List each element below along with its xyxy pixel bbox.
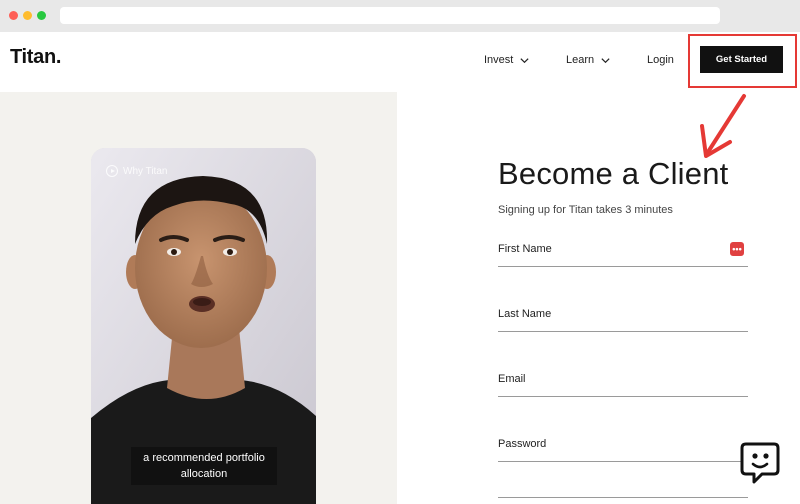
why-titan-label: Why Titan (123, 165, 168, 177)
intro-video[interactable]: Why Titan a recommended portfolio alloca… (91, 148, 316, 504)
last-name-field[interactable]: Last Name (498, 302, 748, 332)
next-field-underline (498, 497, 748, 498)
close-window-button[interactable] (9, 11, 18, 20)
password-input[interactable] (498, 432, 748, 461)
why-titan-badge[interactable]: Why Titan (106, 165, 167, 177)
nav-learn[interactable]: Learn (566, 54, 611, 66)
nav-invest[interactable]: Invest (484, 54, 530, 66)
nav-learn-label: Learn (566, 54, 595, 66)
email-field[interactable]: Email (498, 367, 748, 397)
titan-logo[interactable]: Titan. (10, 46, 61, 69)
site-header: Titan. Invest Learn Login Get Started (0, 32, 800, 92)
email-input[interactable] (498, 367, 748, 396)
password-field[interactable]: Password (498, 432, 748, 462)
nav-login[interactable]: Login (647, 54, 674, 66)
maximize-window-button[interactable] (37, 11, 46, 20)
address-bar[interactable] (60, 7, 720, 24)
get-started-button[interactable]: Get Started (700, 46, 783, 73)
annotation-arrow-icon (700, 94, 746, 158)
nav-invest-label: Invest (484, 54, 514, 66)
chat-support-icon[interactable] (740, 440, 780, 486)
last-name-input[interactable] (498, 302, 748, 331)
first-name-input[interactable] (498, 237, 748, 266)
chevron-down-icon (601, 57, 610, 63)
page-title: Become a Client (498, 156, 729, 191)
minimize-window-button[interactable] (23, 11, 32, 20)
video-caption: a recommended portfolio allocation (131, 447, 277, 485)
first-name-field[interactable]: First Name ••• (498, 237, 748, 267)
browser-chrome (0, 0, 800, 32)
play-icon (106, 165, 118, 177)
password-manager-icon[interactable]: ••• (730, 242, 744, 256)
page-subtitle: Signing up for Titan takes 3 minutes (498, 204, 673, 216)
chevron-down-icon (520, 57, 529, 63)
